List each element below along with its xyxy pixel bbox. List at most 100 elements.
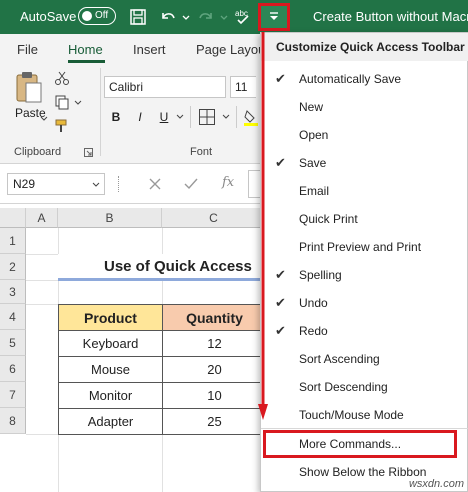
menu-item[interactable]: Print Preview and Print [261, 233, 468, 261]
cut-icon[interactable] [54, 70, 70, 86]
header-quantity[interactable]: Quantity [162, 304, 267, 331]
row-header-2[interactable]: 2 [0, 254, 26, 280]
menu-item[interactable]: ✔ Automatically Save [261, 65, 468, 93]
row-header-7[interactable]: 7 [0, 382, 26, 408]
menu-item-label: Email [299, 184, 330, 198]
save-icon[interactable] [128, 7, 148, 27]
row-header-3[interactable]: 3 [0, 280, 26, 304]
menu-item[interactable]: Touch/Mouse Mode [261, 401, 468, 429]
font-size-value: 11 [235, 80, 248, 94]
underline-button[interactable]: U [155, 108, 173, 126]
menu-item[interactable]: ✔ Spelling [261, 261, 468, 289]
row-header-6[interactable]: 6 [0, 356, 26, 382]
checkmark-icon: ✔ [275, 155, 286, 170]
menu-item-label: Save [299, 156, 327, 170]
menu-item-label: Sort Ascending [299, 352, 380, 366]
tab-insert[interactable]: Insert [133, 42, 166, 57]
menu-item-label: Sort Descending [299, 380, 388, 394]
name-box[interactable]: N29 [7, 173, 105, 195]
clipboard-group-label: Clipboard [14, 146, 62, 158]
chevron-down-icon[interactable] [219, 7, 229, 27]
customize-qat-button[interactable] [258, 3, 290, 31]
cell-product[interactable]: Mouse [58, 356, 163, 383]
checkmark-icon: ✔ [275, 71, 286, 86]
chevron-down-icon[interactable] [181, 7, 191, 27]
table-header-row: Product Quantity [58, 304, 267, 331]
cell-product[interactable]: Adapter [58, 408, 163, 435]
menu-item[interactable]: ✔ Save [261, 149, 468, 177]
fill-color-icon[interactable] [244, 108, 258, 126]
cell-product[interactable]: Monitor [58, 382, 163, 409]
menu-item-label: Redo [299, 324, 328, 338]
menu-item[interactable]: ✔ Undo [261, 289, 468, 317]
menu-item[interactable]: Sort Descending [261, 373, 468, 401]
menu-item[interactable]: New [261, 93, 468, 121]
font-name-combo[interactable]: Calibri [104, 76, 226, 98]
column-header-b[interactable]: B [58, 208, 162, 228]
paste-icon[interactable] [14, 70, 44, 104]
select-all-corner[interactable] [0, 208, 26, 228]
chevron-down-icon[interactable] [176, 114, 184, 120]
table-row: Monitor 10 [58, 382, 267, 409]
group-separator [100, 68, 101, 156]
chevron-down-icon[interactable] [40, 116, 48, 122]
divider [190, 106, 191, 128]
toggle-knob [82, 11, 92, 21]
enter-check-icon[interactable] [184, 177, 198, 191]
svg-text:abc: abc [235, 9, 248, 18]
header-product[interactable]: Product [58, 304, 163, 331]
menu-item-label: New [299, 100, 324, 114]
more-commands-label: More Commands... [299, 437, 402, 451]
cancel-icon[interactable] [148, 177, 162, 191]
font-size-combo[interactable]: 11 [230, 76, 256, 98]
font-name-value: Calibri [109, 80, 144, 94]
menu-title: Customize Quick Access Toolbar [261, 33, 468, 61]
insert-function-button[interactable]: fx [222, 175, 234, 190]
row-header-5[interactable]: 5 [0, 330, 26, 356]
menu-item-label: Print Preview and Print [299, 240, 422, 254]
menu-item[interactable]: Sort Ascending [261, 345, 468, 373]
bold-button[interactable]: B [107, 108, 125, 126]
tab-file[interactable]: File [17, 42, 38, 57]
cell-quantity[interactable]: 12 [162, 330, 267, 357]
spelling-icon[interactable]: abc [234, 7, 254, 27]
cell-product[interactable]: Keyboard [58, 330, 163, 357]
tab-home[interactable]: Home [68, 42, 103, 57]
more-commands-item[interactable]: More Commands... [263, 430, 457, 458]
show-below-ribbon-label: Show Below the Ribbon [299, 465, 427, 479]
menu-item[interactable]: Email [261, 177, 468, 205]
menu-item-label: Open [299, 128, 329, 142]
menu-item[interactable]: ✔ Redo [261, 317, 468, 345]
italic-button[interactable]: I [131, 108, 149, 126]
chevron-down-icon[interactable] [222, 114, 230, 120]
redo-icon[interactable] [196, 7, 216, 27]
active-tab-underline [68, 60, 105, 63]
chevron-down-icon[interactable] [92, 182, 100, 188]
undo-icon[interactable] [158, 7, 178, 27]
copy-icon[interactable] [54, 94, 70, 110]
column-header-a[interactable]: A [26, 208, 58, 228]
checkmark-icon: ✔ [275, 323, 286, 338]
menu-item-label: Automatically Save [299, 72, 402, 86]
menu-item-label: Spelling [299, 268, 342, 282]
product-table: Product Quantity Keyboard 12 Mouse 20 Mo… [58, 304, 267, 435]
table-row: Keyboard 12 [58, 330, 267, 357]
menu-item-label: Touch/Mouse Mode [299, 408, 404, 422]
menu-item[interactable]: Quick Print [261, 205, 468, 233]
cell-quantity[interactable]: 25 [162, 408, 267, 435]
menu-separator [261, 428, 468, 429]
borders-icon[interactable] [198, 108, 216, 126]
cell-quantity[interactable]: 20 [162, 356, 267, 383]
row-header-4[interactable]: 4 [0, 304, 26, 330]
menu-item-label: Undo [299, 296, 328, 310]
format-painter-icon[interactable] [54, 118, 70, 134]
row-header-8[interactable]: 8 [0, 408, 26, 434]
cell-quantity[interactable]: 10 [162, 382, 267, 409]
autosave-toggle[interactable]: Off [78, 7, 116, 25]
divider [118, 176, 120, 192]
row-header-1[interactable]: 1 [0, 228, 26, 254]
dialog-launcher-icon[interactable] [84, 148, 93, 157]
column-header-c[interactable]: C [162, 208, 266, 228]
chevron-down-icon[interactable] [74, 100, 82, 106]
menu-item[interactable]: Open [261, 121, 468, 149]
